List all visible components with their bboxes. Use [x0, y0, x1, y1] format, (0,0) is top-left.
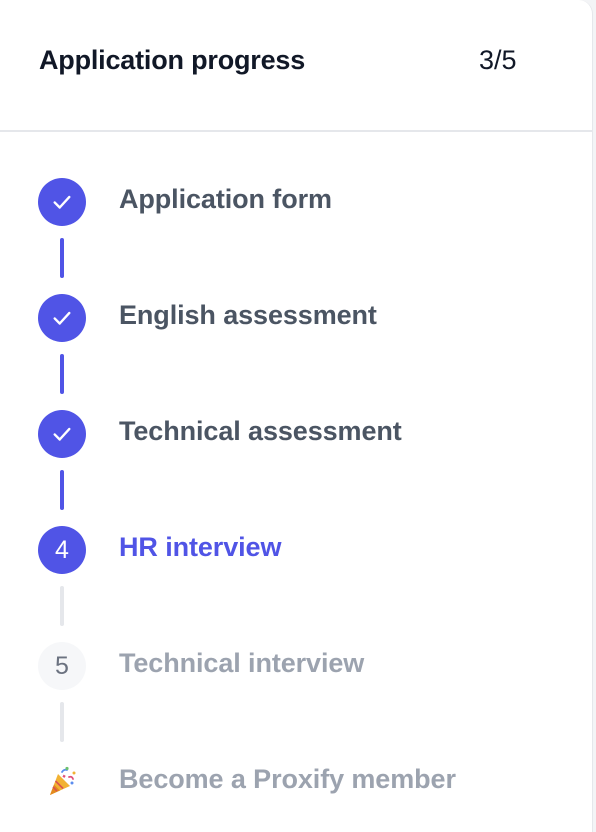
step-become-member: Become a Proxify member	[0, 758, 593, 818]
check-icon	[38, 294, 86, 342]
step-connector	[60, 238, 64, 278]
step-number-badge: 5	[38, 642, 86, 690]
check-icon	[38, 178, 86, 226]
step-number: 4	[55, 535, 69, 564]
progress-header: Application progress 3/5	[0, 0, 592, 132]
step-number: 5	[55, 651, 69, 680]
step-application-form: Application form	[0, 178, 593, 238]
party-popper-icon	[38, 758, 86, 806]
step-label: Technical assessment	[119, 416, 402, 446]
progress-count: 3/5	[479, 45, 517, 75]
step-label: HR interview	[119, 532, 282, 562]
step-number-badge: 4	[38, 526, 86, 574]
application-progress-card: Application progress 3/5 Application for…	[0, 0, 593, 832]
step-technical-interview: 5 Technical interview	[0, 642, 593, 702]
step-english-assessment: English assessment	[0, 294, 593, 354]
step-label: Application form	[119, 184, 332, 214]
step-connector	[60, 354, 64, 394]
step-connector	[60, 702, 64, 742]
progress-title: Application progress	[39, 45, 306, 75]
step-connector	[60, 470, 64, 510]
step-technical-assessment: Technical assessment	[0, 410, 593, 470]
step-label: Become a Proxify member	[119, 764, 456, 794]
step-connector	[60, 586, 64, 626]
step-hr-interview: 4 HR interview	[0, 526, 593, 586]
step-label: Technical interview	[119, 648, 365, 678]
step-label: English assessment	[119, 300, 377, 330]
check-icon	[38, 410, 86, 458]
